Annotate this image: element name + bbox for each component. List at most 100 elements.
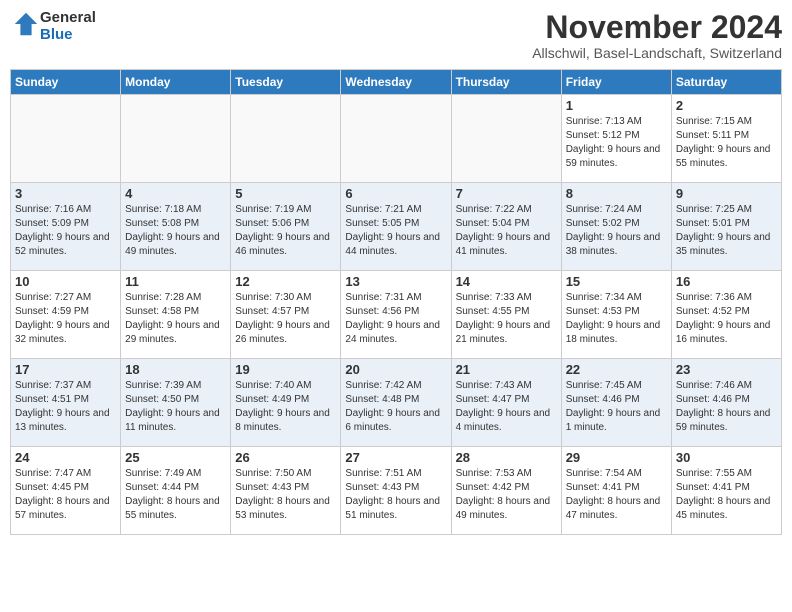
- calendar-cell: [11, 95, 121, 183]
- day-number: 21: [456, 362, 557, 377]
- day-number: 8: [566, 186, 667, 201]
- day-number: 1: [566, 98, 667, 113]
- day-info: Sunrise: 7:13 AM Sunset: 5:12 PM Dayligh…: [566, 115, 667, 171]
- day-info: Sunrise: 7:24 AM Sunset: 5:02 PM Dayligh…: [566, 203, 667, 259]
- location-subtitle: Allschwil, Basel-Landschaft, Switzerland: [532, 45, 782, 61]
- day-number: 13: [345, 274, 446, 289]
- day-number: 26: [235, 450, 336, 465]
- day-info: Sunrise: 7:43 AM Sunset: 4:47 PM Dayligh…: [456, 379, 557, 435]
- calendar-cell: 27 Sunrise: 7:51 AM Sunset: 4:43 PM Dayli…: [341, 447, 451, 535]
- month-title: November 2024: [532, 10, 782, 45]
- calendar-cell: 20 Sunrise: 7:42 AM Sunset: 4:48 PM Dayli…: [341, 359, 451, 447]
- weekday-header-friday: Friday: [561, 70, 671, 95]
- day-number: 10: [15, 274, 116, 289]
- calendar-week-row: 1 Sunrise: 7:13 AM Sunset: 5:12 PM Daylig…: [11, 95, 782, 183]
- day-number: 29: [566, 450, 667, 465]
- day-number: 15: [566, 274, 667, 289]
- calendar-cell: 26Sunrise: 7:50 AM Sunset: 4:43 PM Dayli…: [231, 447, 341, 535]
- weekday-header-monday: Monday: [121, 70, 231, 95]
- calendar-cell: [341, 95, 451, 183]
- day-info: Sunrise: 7:21 AM Sunset: 5:05 PM Dayligh…: [345, 203, 446, 259]
- day-number: 27: [345, 450, 446, 465]
- calendar-cell: 28 Sunrise: 7:53 AM Sunset: 4:42 PM Dayli…: [451, 447, 561, 535]
- weekday-header-saturday: Saturday: [671, 70, 781, 95]
- calendar-cell: 2 Sunrise: 7:15 AM Sunset: 5:11 PM Daylig…: [671, 95, 781, 183]
- day-info: Sunrise: 7:18 AM Sunset: 5:08 PM Dayligh…: [125, 203, 226, 259]
- day-info: Sunrise: 7:54 AM Sunset: 4:41 PM Dayligh…: [566, 467, 667, 523]
- day-number: 28: [456, 450, 557, 465]
- calendar-cell: 24 Sunrise: 7:47 AM Sunset: 4:45 PM Dayli…: [11, 447, 121, 535]
- calendar-table: SundayMondayTuesdayWednesdayThursdayFrid…: [10, 69, 782, 535]
- day-number: 23: [676, 362, 777, 377]
- calendar-cell: 8 Sunrise: 7:24 AM Sunset: 5:02 PM Daylig…: [561, 183, 671, 271]
- calendar-cell: 16 Sunrise: 7:36 AM Sunset: 4:52 PM Dayli…: [671, 271, 781, 359]
- calendar-cell: 21 Sunrise: 7:43 AM Sunset: 4:47 PM Dayli…: [451, 359, 561, 447]
- calendar-cell: 15 Sunrise: 7:34 AM Sunset: 4:53 PM Dayli…: [561, 271, 671, 359]
- calendar-cell: 9 Sunrise: 7:25 AM Sunset: 5:01 PM Daylig…: [671, 183, 781, 271]
- day-number: 2: [676, 98, 777, 113]
- day-number: 25: [125, 450, 226, 465]
- day-info: Sunrise: 7:34 AM Sunset: 4:53 PM Dayligh…: [566, 291, 667, 347]
- day-number: 6: [345, 186, 446, 201]
- calendar-cell: 4 Sunrise: 7:18 AM Sunset: 5:08 PM Daylig…: [121, 183, 231, 271]
- day-info: Sunrise: 7:30 AM Sunset: 4:57 PM Dayligh…: [235, 291, 336, 347]
- calendar-cell: 29 Sunrise: 7:54 AM Sunset: 4:41 PM Dayli…: [561, 447, 671, 535]
- calendar-cell: [231, 95, 341, 183]
- weekday-header-row: SundayMondayTuesdayWednesdayThursdayFrid…: [11, 70, 782, 95]
- day-info: Sunrise: 7:22 AM Sunset: 5:04 PM Dayligh…: [456, 203, 557, 259]
- day-number: 17: [15, 362, 116, 377]
- day-info: Sunrise: 7:49 AM Sunset: 4:44 PM Dayligh…: [125, 467, 226, 523]
- calendar-week-row: 10 Sunrise: 7:27 AM Sunset: 4:59 PM Dayli…: [11, 271, 782, 359]
- logo: General Blue: [10, 10, 96, 43]
- calendar-cell: 19 Sunrise: 7:40 AM Sunset: 4:49 PM Dayli…: [231, 359, 341, 447]
- calendar-cell: [451, 95, 561, 183]
- day-info: Sunrise: 7:33 AM Sunset: 4:55 PM Dayligh…: [456, 291, 557, 347]
- day-info: Sunrise: 7:42 AM Sunset: 4:48 PM Dayligh…: [345, 379, 446, 435]
- day-number: 20: [345, 362, 446, 377]
- day-info: Sunrise: 7:39 AM Sunset: 4:50 PM Dayligh…: [125, 379, 226, 435]
- calendar-cell: [121, 95, 231, 183]
- day-number: 30: [676, 450, 777, 465]
- calendar-cell: 5 Sunrise: 7:19 AM Sunset: 5:06 PM Daylig…: [231, 183, 341, 271]
- day-info: Sunrise: 7:53 AM Sunset: 4:42 PM Dayligh…: [456, 467, 557, 523]
- day-number: 19: [235, 362, 336, 377]
- day-info: Sunrise: 7:37 AM Sunset: 4:51 PM Dayligh…: [15, 379, 116, 435]
- day-info: Sunrise: 7:31 AM Sunset: 4:56 PM Dayligh…: [345, 291, 446, 347]
- calendar-cell: 17 Sunrise: 7:37 AM Sunset: 4:51 PM Dayli…: [11, 359, 121, 447]
- calendar-cell: 1 Sunrise: 7:13 AM Sunset: 5:12 PM Daylig…: [561, 95, 671, 183]
- calendar-cell: 30Sunrise: 7:55 AM Sunset: 4:41 PM Dayli…: [671, 447, 781, 535]
- calendar-cell: 13 Sunrise: 7:31 AM Sunset: 4:56 PM Dayli…: [341, 271, 451, 359]
- day-info: Sunrise: 7:27 AM Sunset: 4:59 PM Dayligh…: [15, 291, 116, 347]
- day-info: Sunrise: 7:25 AM Sunset: 5:01 PM Dayligh…: [676, 203, 777, 259]
- day-info: Sunrise: 7:40 AM Sunset: 4:49 PM Dayligh…: [235, 379, 336, 435]
- calendar-cell: 14 Sunrise: 7:33 AM Sunset: 4:55 PM Dayli…: [451, 271, 561, 359]
- day-info: Sunrise: 7:47 AM Sunset: 4:45 PM Dayligh…: [15, 467, 116, 523]
- weekday-header-tuesday: Tuesday: [231, 70, 341, 95]
- day-info: Sunrise: 7:51 AM Sunset: 4:43 PM Dayligh…: [345, 467, 446, 523]
- day-number: 22: [566, 362, 667, 377]
- day-info: Sunrise: 7:19 AM Sunset: 5:06 PM Dayligh…: [235, 203, 336, 259]
- day-info: Sunrise: 7:28 AM Sunset: 4:58 PM Dayligh…: [125, 291, 226, 347]
- day-info: Sunrise: 7:15 AM Sunset: 5:11 PM Dayligh…: [676, 115, 777, 171]
- day-number: 24: [15, 450, 116, 465]
- day-number: 16: [676, 274, 777, 289]
- calendar-cell: 10 Sunrise: 7:27 AM Sunset: 4:59 PM Dayli…: [11, 271, 121, 359]
- day-number: 4: [125, 186, 226, 201]
- day-info: Sunrise: 7:16 AM Sunset: 5:09 PM Dayligh…: [15, 203, 116, 259]
- calendar-cell: 25 Sunrise: 7:49 AM Sunset: 4:44 PM Dayli…: [121, 447, 231, 535]
- weekday-header-sunday: Sunday: [11, 70, 121, 95]
- title-block: November 2024 Allschwil, Basel-Landschaf…: [532, 10, 782, 61]
- day-number: 9: [676, 186, 777, 201]
- calendar-cell: 12Sunrise: 7:30 AM Sunset: 4:57 PM Dayli…: [231, 271, 341, 359]
- day-info: Sunrise: 7:46 AM Sunset: 4:46 PM Dayligh…: [676, 379, 777, 435]
- day-number: 18: [125, 362, 226, 377]
- weekday-header-wednesday: Wednesday: [341, 70, 451, 95]
- day-info: Sunrise: 7:36 AM Sunset: 4:52 PM Dayligh…: [676, 291, 777, 347]
- calendar-cell: 23 Sunrise: 7:46 AM Sunset: 4:46 PM Dayli…: [671, 359, 781, 447]
- calendar-cell: 22Sunrise: 7:45 AM Sunset: 4:46 PM Dayli…: [561, 359, 671, 447]
- calendar-week-row: 24 Sunrise: 7:47 AM Sunset: 4:45 PM Dayli…: [11, 447, 782, 535]
- calendar-week-row: 17 Sunrise: 7:37 AM Sunset: 4:51 PM Dayli…: [11, 359, 782, 447]
- day-number: 5: [235, 186, 336, 201]
- day-number: 14: [456, 274, 557, 289]
- day-number: 7: [456, 186, 557, 201]
